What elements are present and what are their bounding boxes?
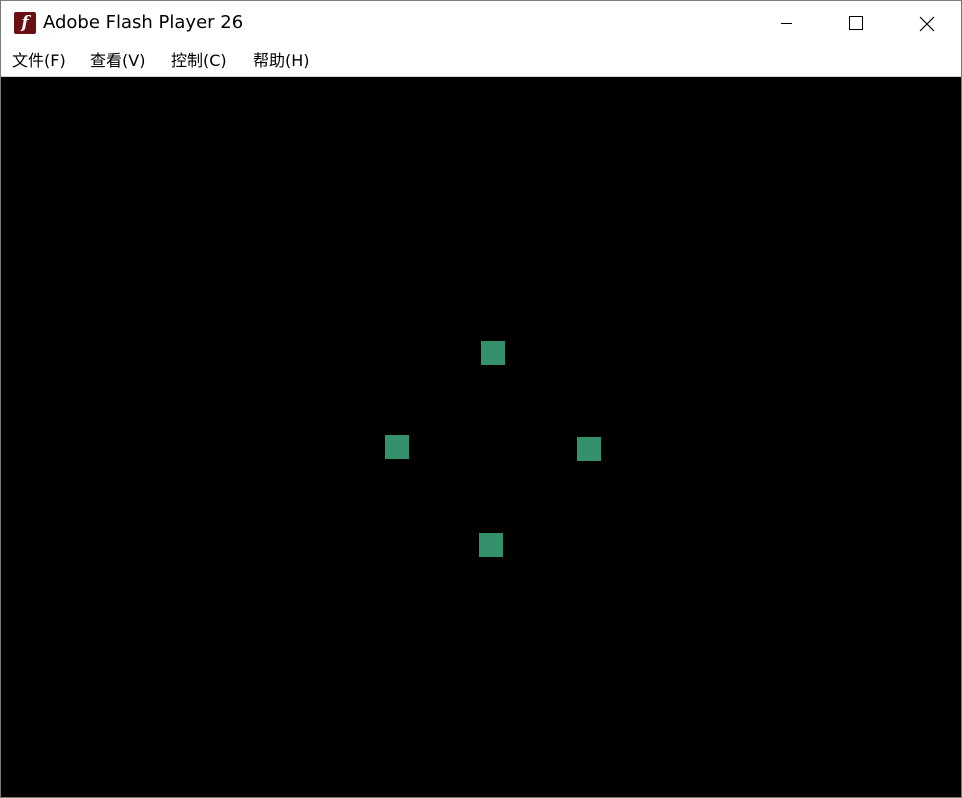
menu-file[interactable]: 文件(F) <box>12 50 66 72</box>
menu-view[interactable]: 查看(V) <box>90 50 145 72</box>
minimize-icon <box>781 23 792 24</box>
flash-player-icon: f <box>14 12 36 34</box>
green-tile-right <box>577 437 601 461</box>
minimize-button[interactable] <box>751 1 821 45</box>
flash-stage[interactable] <box>1 77 961 797</box>
close-icon <box>919 16 935 32</box>
menu-help[interactable]: 帮助(H) <box>253 50 310 72</box>
flash-player-window: f Adobe Flash Player 26 文件(F) 查看(V) 控制(C… <box>0 0 962 798</box>
green-tile-bottom <box>479 533 503 557</box>
close-button[interactable] <box>891 1 961 45</box>
maximize-icon <box>849 16 863 30</box>
green-tile-top <box>481 341 505 365</box>
maximize-button[interactable] <box>821 1 891 45</box>
green-tile-left <box>385 435 409 459</box>
window-title: Adobe Flash Player 26 <box>43 12 244 33</box>
menu-bar: 文件(F) 查看(V) 控制(C) 帮助(H) <box>1 45 961 77</box>
title-bar[interactable]: f Adobe Flash Player 26 <box>1 1 961 45</box>
menu-control[interactable]: 控制(C) <box>171 50 227 72</box>
